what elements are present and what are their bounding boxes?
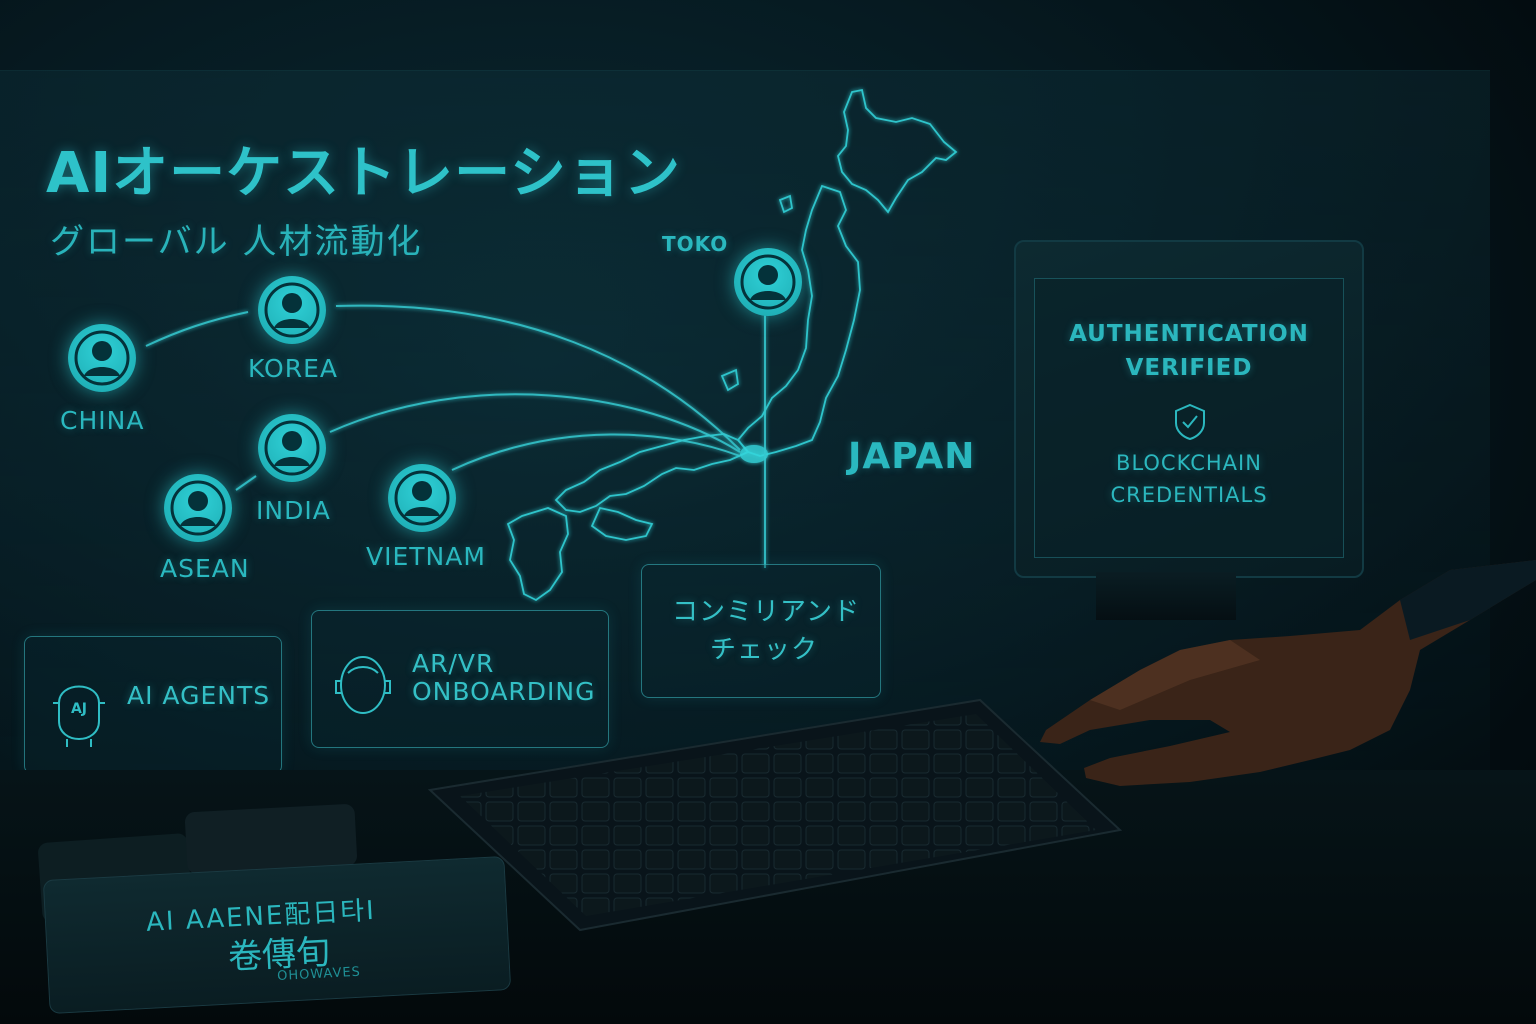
tokyo-marker (740, 445, 768, 463)
scene: AIオーケストレーション グローバル 人材流動化 TOKO JAPAN CHIN… (0, 0, 1536, 1024)
person-icon (394, 470, 450, 526)
shield-check-icon (1175, 403, 1205, 441)
compliance-check-panel[interactable]: コンミリアンド チェック (641, 564, 881, 698)
country-label: JAPAN (848, 436, 976, 477)
origin-label-china: CHINA (60, 406, 145, 435)
chain-line2: CREDENTIALS (1110, 483, 1268, 507)
desk-card-line3: OHOWAVES (276, 964, 362, 985)
desk-card-small-2 (184, 803, 358, 875)
japan-outline (506, 88, 958, 602)
desk-id-card: AI AAENE配日타I 卷傳旬 OHOWAVES (42, 856, 512, 1014)
origin-node-china[interactable] (68, 324, 136, 392)
origin-label-asean: ASEAN (160, 554, 250, 583)
compliance-line1: コンミリアンド (672, 597, 860, 627)
person-icon (264, 282, 320, 338)
origin-node-india[interactable] (258, 414, 326, 482)
ai-agents-panel[interactable]: AJ AI AGENTS (24, 636, 282, 774)
svg-text:AJ: AJ (71, 701, 87, 717)
compliance-line2: チェック (710, 635, 819, 665)
person-icon (264, 420, 320, 476)
auth-line2: VERIFIED (1125, 355, 1253, 381)
monitor-screen: AUTHENTICATION VERIFIED BLOCKCHAIN CREDE… (1034, 278, 1344, 558)
origin-node-korea[interactable] (258, 276, 326, 344)
vr-head-icon (335, 656, 391, 714)
authentication-monitor: AUTHENTICATION VERIFIED BLOCKCHAIN CREDE… (1014, 240, 1364, 578)
origin-node-vietnam[interactable] (388, 464, 456, 532)
chain-line1: BLOCKCHAIN (1116, 451, 1262, 475)
origin-label-korea: KOREA (248, 354, 338, 383)
origin-label-india: INDIA (256, 496, 331, 525)
ar-vr-line1: AR/VR (412, 649, 495, 678)
origin-label-vietnam: VIETNAM (366, 542, 486, 571)
hub-label: TOKO (662, 232, 729, 256)
origin-node-asean[interactable] (164, 474, 232, 542)
ai-head-icon: AJ (53, 685, 105, 747)
typing-hand (1040, 560, 1536, 786)
ai-agents-label: AI AGENTS (127, 681, 271, 710)
auth-line1: AUTHENTICATION (1069, 321, 1309, 347)
tokyo-person-node[interactable] (734, 248, 802, 316)
person-icon (74, 330, 130, 386)
person-icon (740, 254, 796, 310)
person-icon (170, 480, 226, 536)
